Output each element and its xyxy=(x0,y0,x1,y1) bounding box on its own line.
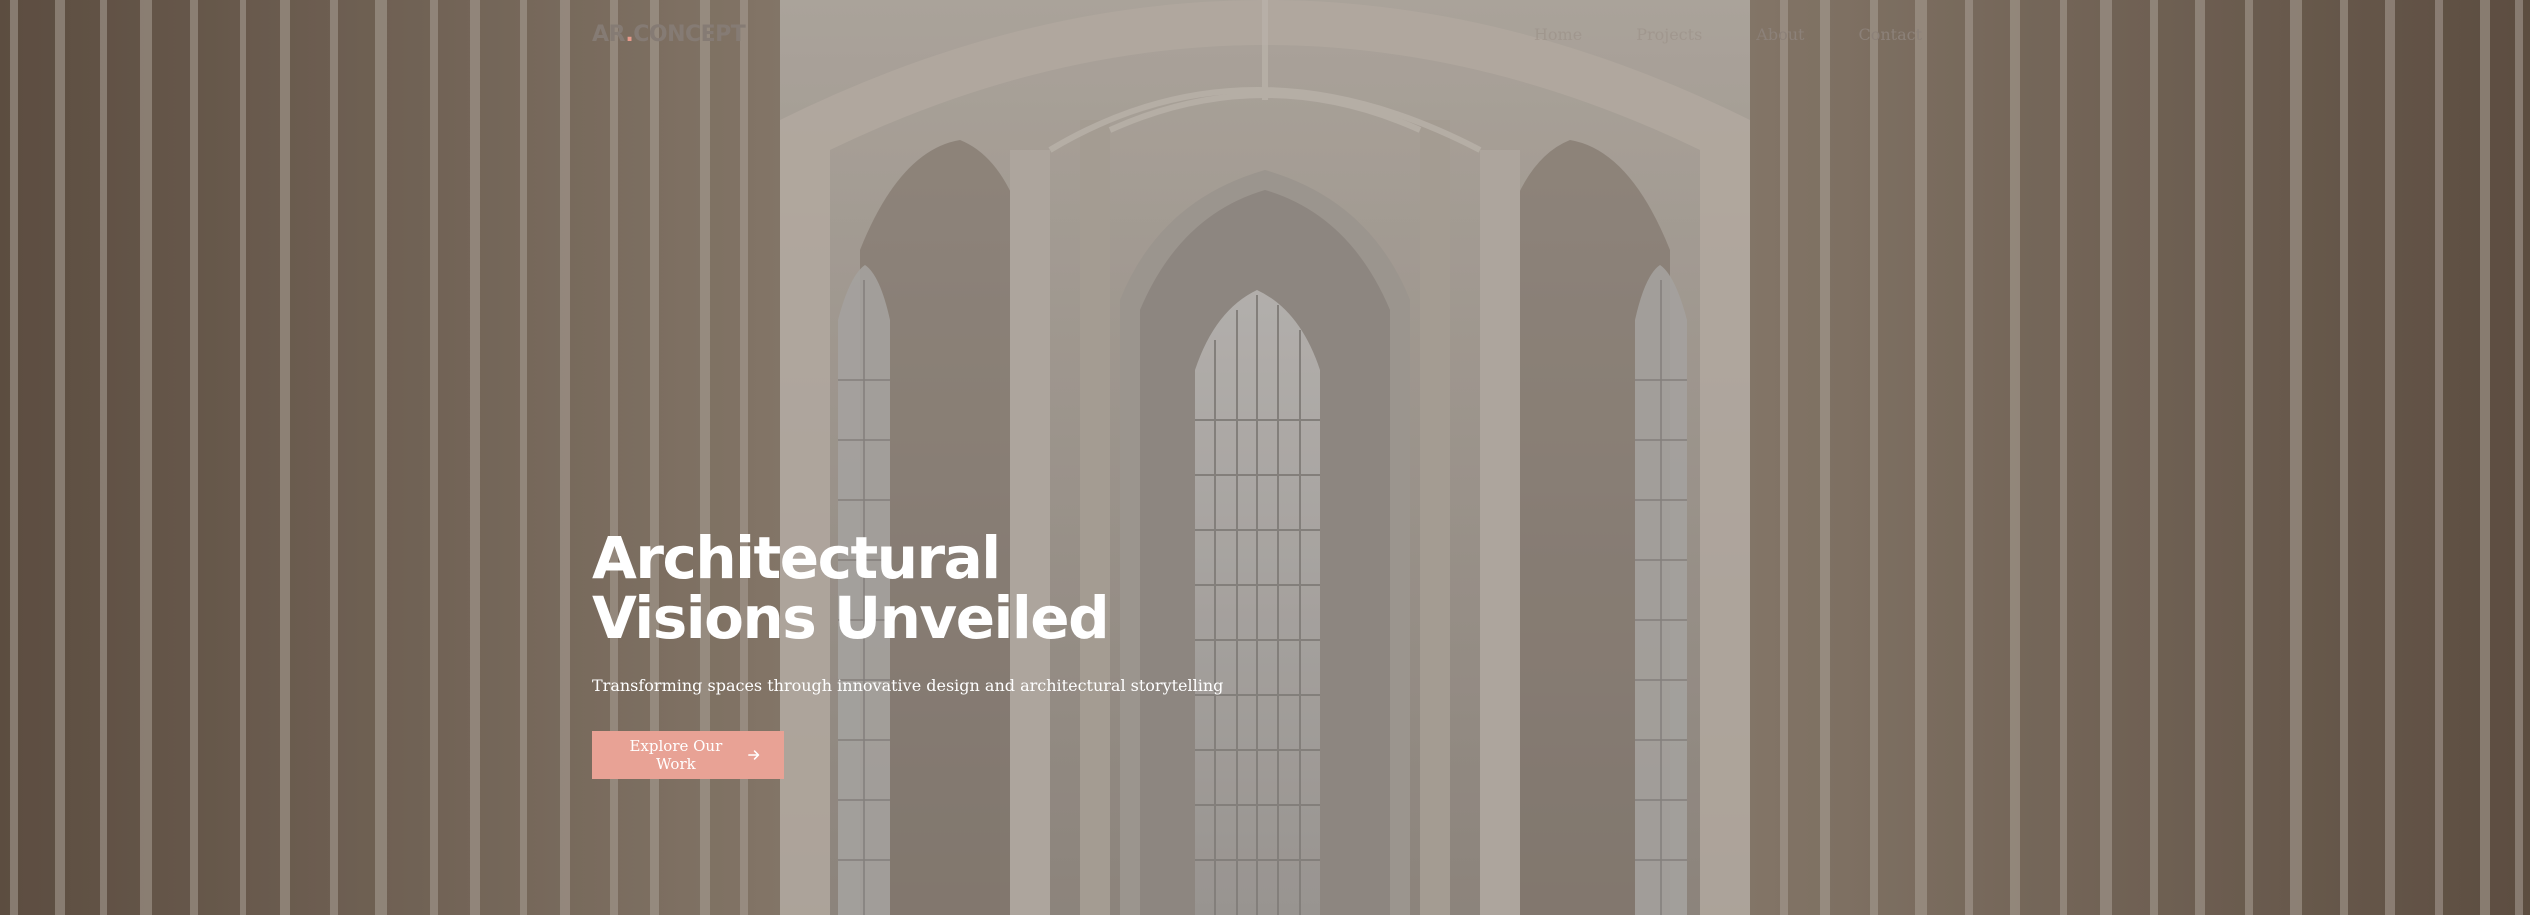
arrow-right-icon xyxy=(747,750,760,760)
logo-text-ar: AR xyxy=(592,21,626,47)
nav-menu: Home Projects About Contact xyxy=(1480,25,1922,44)
logo-text-concept: CONCEPT xyxy=(633,21,746,47)
hero-section: AR.CONCEPT Home Projects About Contact A… xyxy=(0,0,2530,915)
hero-title: Architectural Visions Unveiled xyxy=(592,528,1392,648)
explore-our-work-button[interactable]: Explore Our Work xyxy=(592,731,784,779)
nav-link-home[interactable]: Home xyxy=(1534,25,1582,44)
nav-link-about[interactable]: About xyxy=(1756,25,1804,44)
hero-title-line-2: Visions Unveiled xyxy=(592,584,1110,652)
cta-label: Explore Our Work xyxy=(629,737,723,773)
nav-link-contact[interactable]: Contact xyxy=(1858,25,1922,44)
nav-link-projects[interactable]: Projects xyxy=(1636,25,1702,44)
brand-logo[interactable]: AR.CONCEPT xyxy=(592,21,746,47)
hero-subtitle: Transforming spaces through innovative d… xyxy=(592,676,1224,695)
hero-content: Architectural Visions Unveiled Transform… xyxy=(592,528,1392,779)
main-navigation: AR.CONCEPT Home Projects About Contact xyxy=(592,18,1922,50)
hero-title-line-1: Architectural xyxy=(592,524,1001,592)
